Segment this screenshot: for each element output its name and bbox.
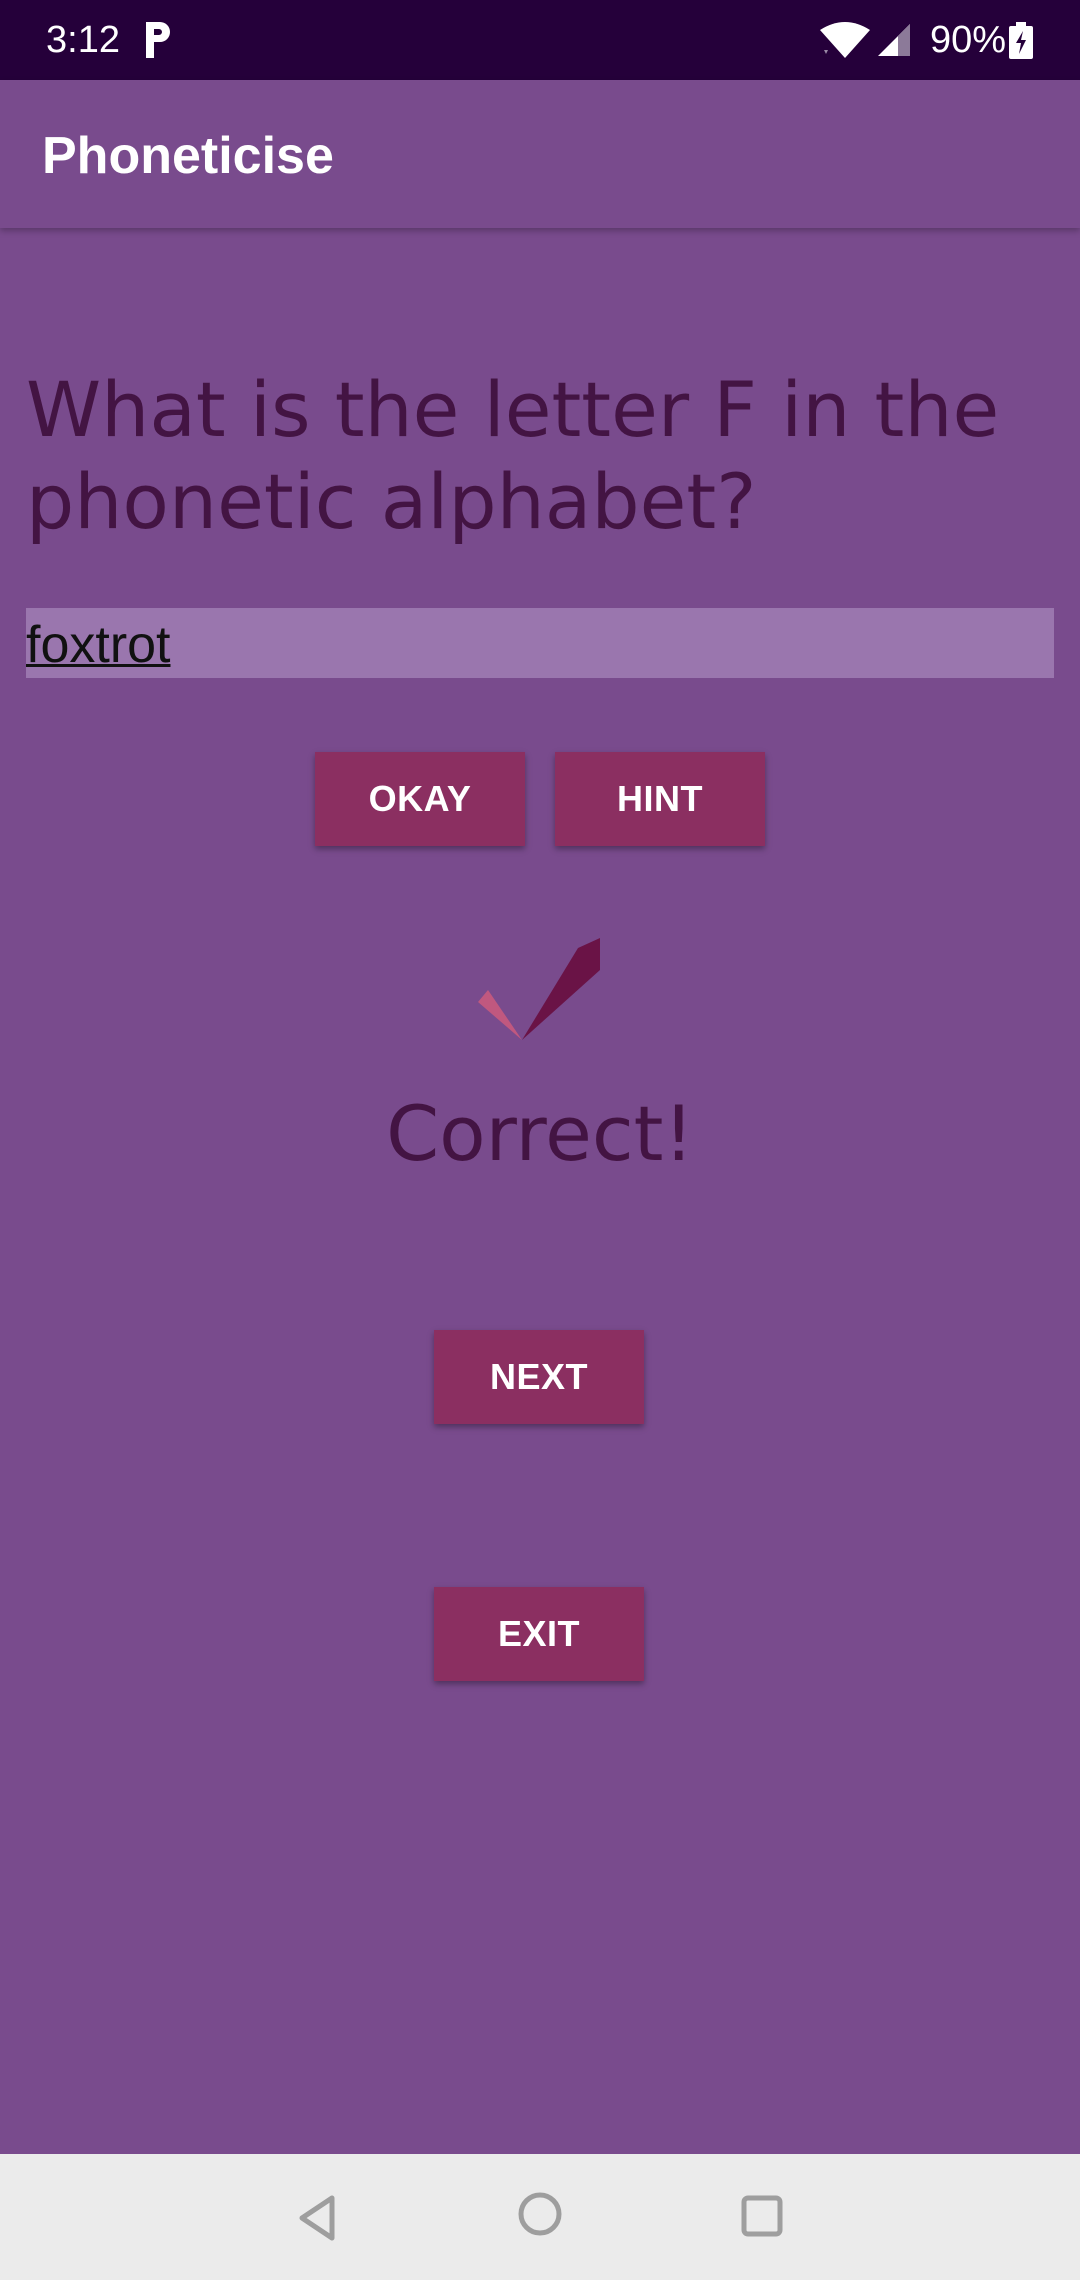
battery-percent: 90% <box>930 19 1007 61</box>
app-title: Phoneticise <box>42 127 334 185</box>
exit-button[interactable]: EXIT <box>434 1587 644 1681</box>
answer-text: foxtrot <box>26 616 171 674</box>
status-time: 3:12 <box>46 19 120 61</box>
checkmark-icon <box>478 938 600 1040</box>
back-icon[interactable] <box>290 2190 346 2246</box>
next-button[interactable]: NEXT <box>434 1330 644 1424</box>
parking-app-icon <box>146 22 170 58</box>
result-text: Correct! <box>386 1089 694 1178</box>
recents-icon[interactable] <box>740 2194 784 2238</box>
okay-button[interactable]: OKAY <box>315 752 525 846</box>
question-text: What is the letter F in the phonetic alp… <box>26 365 1000 546</box>
battery-charging-icon <box>1009 22 1033 59</box>
hint-button[interactable]: HINT <box>555 752 765 846</box>
home-icon[interactable] <box>516 2190 564 2238</box>
wifi-icon <box>820 22 870 58</box>
cell-signal-icon <box>878 24 910 56</box>
app-bar: Phoneticise <box>0 80 1080 228</box>
answer-input[interactable] <box>26 608 1054 678</box>
status-bar: 3:12 90% <box>0 0 1080 80</box>
